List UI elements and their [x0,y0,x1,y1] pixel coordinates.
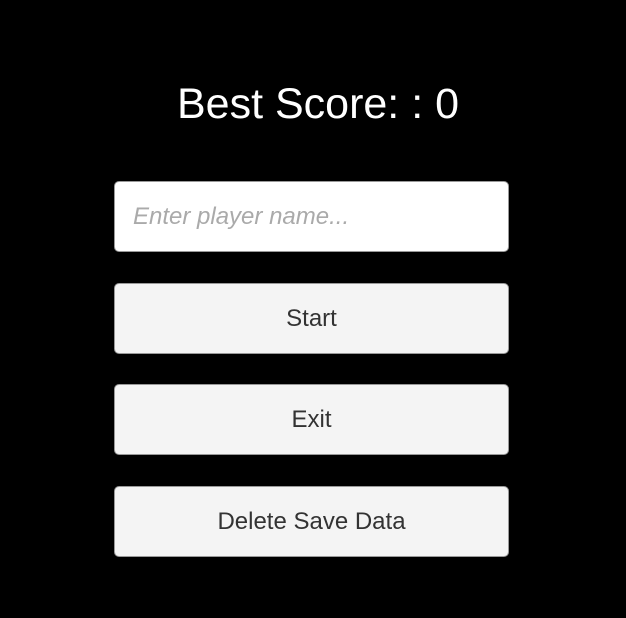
player-name-input[interactable]: Enter player name... [114,181,509,252]
start-button[interactable]: Start [114,283,509,354]
delete-save-data-button[interactable]: Delete Save Data [114,486,509,557]
player-name-placeholder: Enter player name... [133,203,350,230]
exit-button[interactable]: Exit [114,384,509,455]
best-score-label: Best Score: : 0 [176,80,460,128]
